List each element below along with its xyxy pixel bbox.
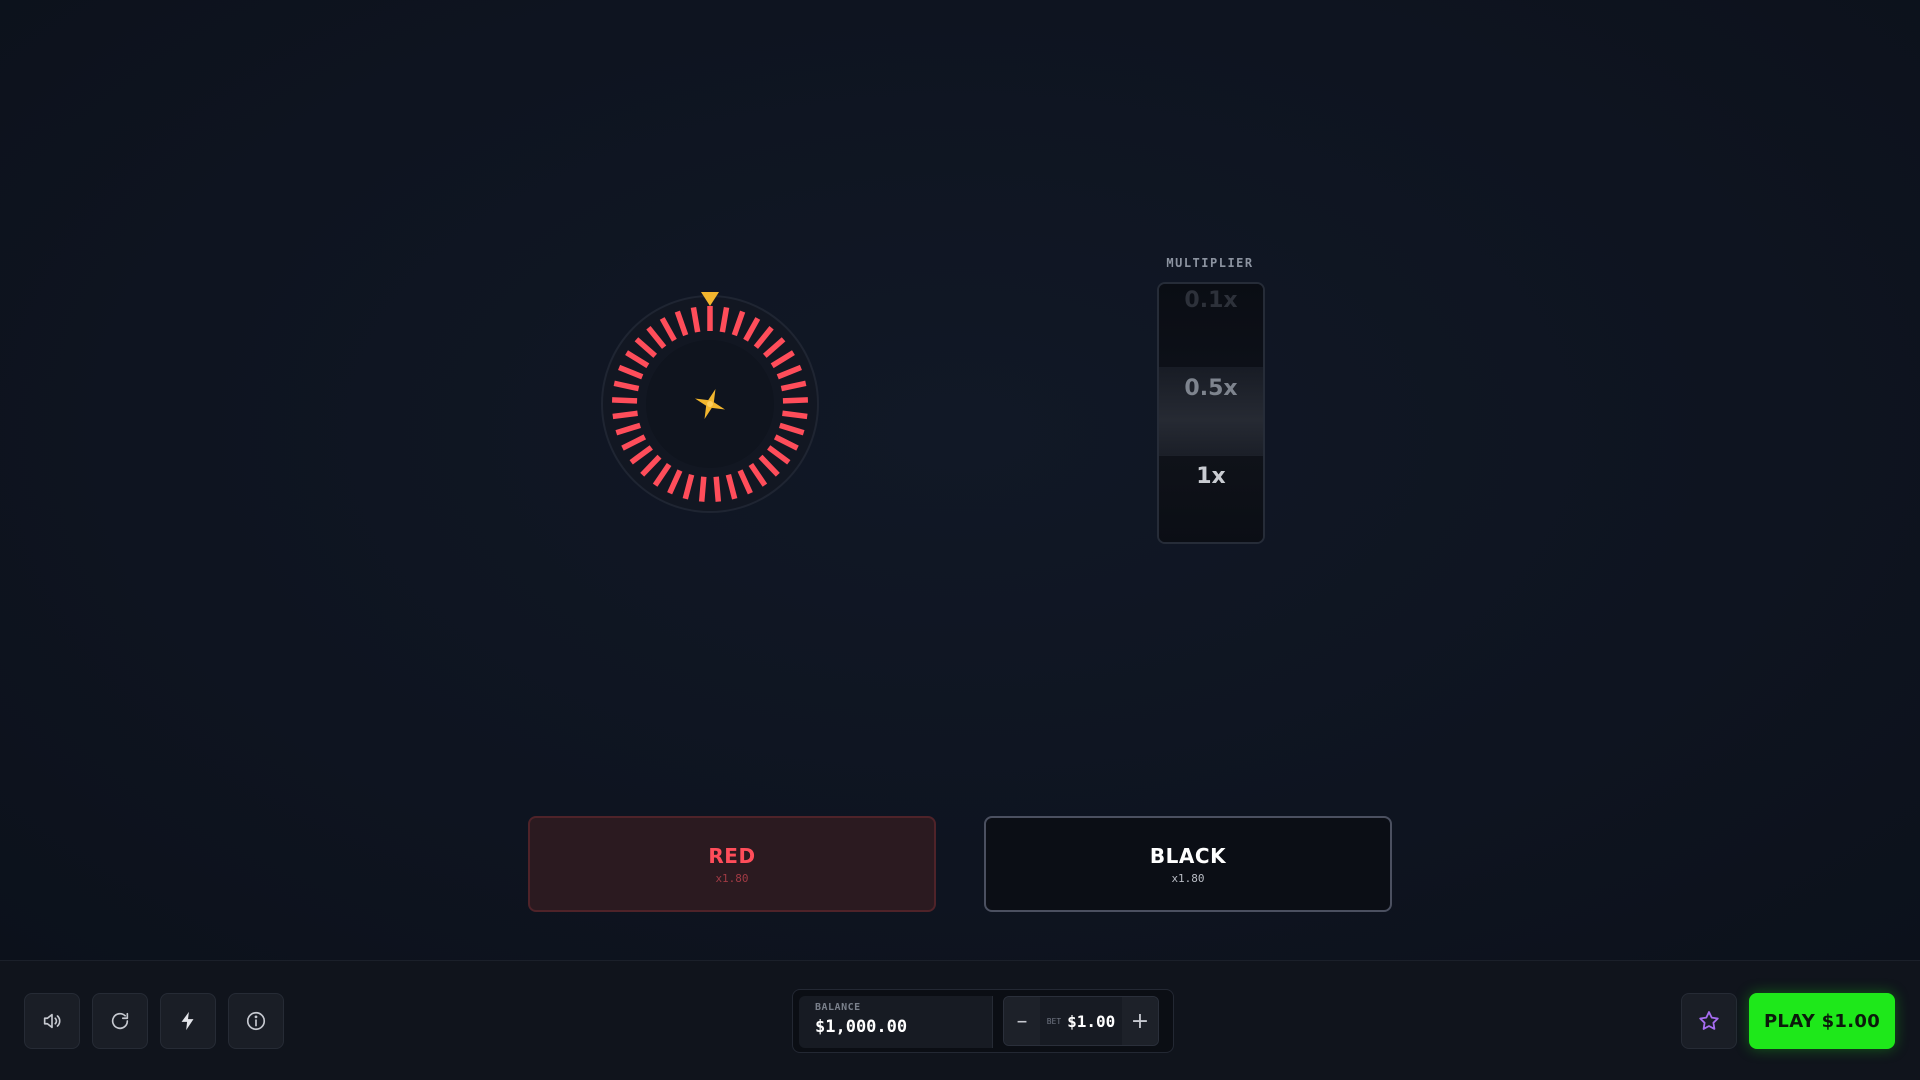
multiplier-value: 0.1x bbox=[1184, 288, 1238, 313]
info-icon bbox=[246, 1011, 266, 1031]
wheel-segment bbox=[782, 397, 809, 404]
bottom-bar: BALANCE $1,000.00 – BET $1.00 + PLAY $1.… bbox=[0, 960, 1920, 1080]
bet-black-odds: x1.80 bbox=[1171, 871, 1205, 885]
turbo-button[interactable] bbox=[160, 993, 216, 1049]
multiplier-cell: 0.5x bbox=[1159, 368, 1263, 456]
bet-label: BET bbox=[1046, 1016, 1062, 1026]
multiplier-value: 1x bbox=[1196, 464, 1226, 489]
bet-stepper: – BET $1.00 + bbox=[1003, 996, 1159, 1046]
volume-icon bbox=[43, 1013, 61, 1029]
decrease-bet-button[interactable]: – bbox=[1004, 997, 1040, 1045]
bet-red-label: RED bbox=[708, 843, 756, 868]
bet-amount: BET $1.00 bbox=[1040, 1012, 1122, 1031]
star-icon bbox=[1699, 1011, 1719, 1030]
increase-bet-button[interactable]: + bbox=[1122, 997, 1158, 1045]
bet-red-button[interactable]: RED x1.80 bbox=[528, 816, 936, 912]
wheel-pointer-icon bbox=[701, 292, 719, 306]
multiplier-column: 0.1x 0.5x 1x bbox=[1157, 282, 1265, 544]
bet-black-button[interactable]: BLACK x1.80 bbox=[984, 816, 1392, 912]
multiplier-label: MULTIPLIER bbox=[1166, 256, 1254, 270]
refresh-icon bbox=[111, 1012, 129, 1030]
balance-value: $1,000.00 bbox=[815, 1017, 908, 1037]
lightning-icon bbox=[181, 1011, 194, 1031]
sound-button[interactable] bbox=[24, 993, 80, 1049]
play-button[interactable]: PLAY $1.00 bbox=[1749, 993, 1895, 1049]
bet-red-odds: x1.80 bbox=[715, 871, 749, 885]
bet-black-label: BLACK bbox=[1149, 843, 1227, 868]
wheel-segment bbox=[612, 410, 638, 420]
bet-value: $1.00 bbox=[1067, 1011, 1116, 1031]
balance-label: BALANCE bbox=[815, 1002, 861, 1013]
multiplier-cell: 1x bbox=[1159, 456, 1263, 542]
wheel-segment bbox=[782, 410, 808, 420]
balance-display: BALANCE $1,000.00 bbox=[799, 996, 993, 1048]
wheel-segment bbox=[611, 397, 638, 404]
wheel-graphic bbox=[601, 295, 819, 513]
multiplier-value: 0.5x bbox=[1184, 376, 1238, 401]
multiplier-cell: 0.1x bbox=[1159, 284, 1263, 368]
favorite-button[interactable] bbox=[1681, 993, 1737, 1049]
game-stage: MULTIPLIER 0.1x 0.5x 1x RED x1.80 BLACK … bbox=[0, 0, 1920, 960]
refresh-button[interactable] bbox=[92, 993, 148, 1049]
roulette-wheel bbox=[600, 292, 820, 514]
info-button[interactable] bbox=[228, 993, 284, 1049]
wheel-segment bbox=[713, 476, 722, 502]
wallet-panel: BALANCE $1,000.00 – BET $1.00 + bbox=[792, 989, 1174, 1053]
wheel-segment bbox=[698, 476, 707, 502]
